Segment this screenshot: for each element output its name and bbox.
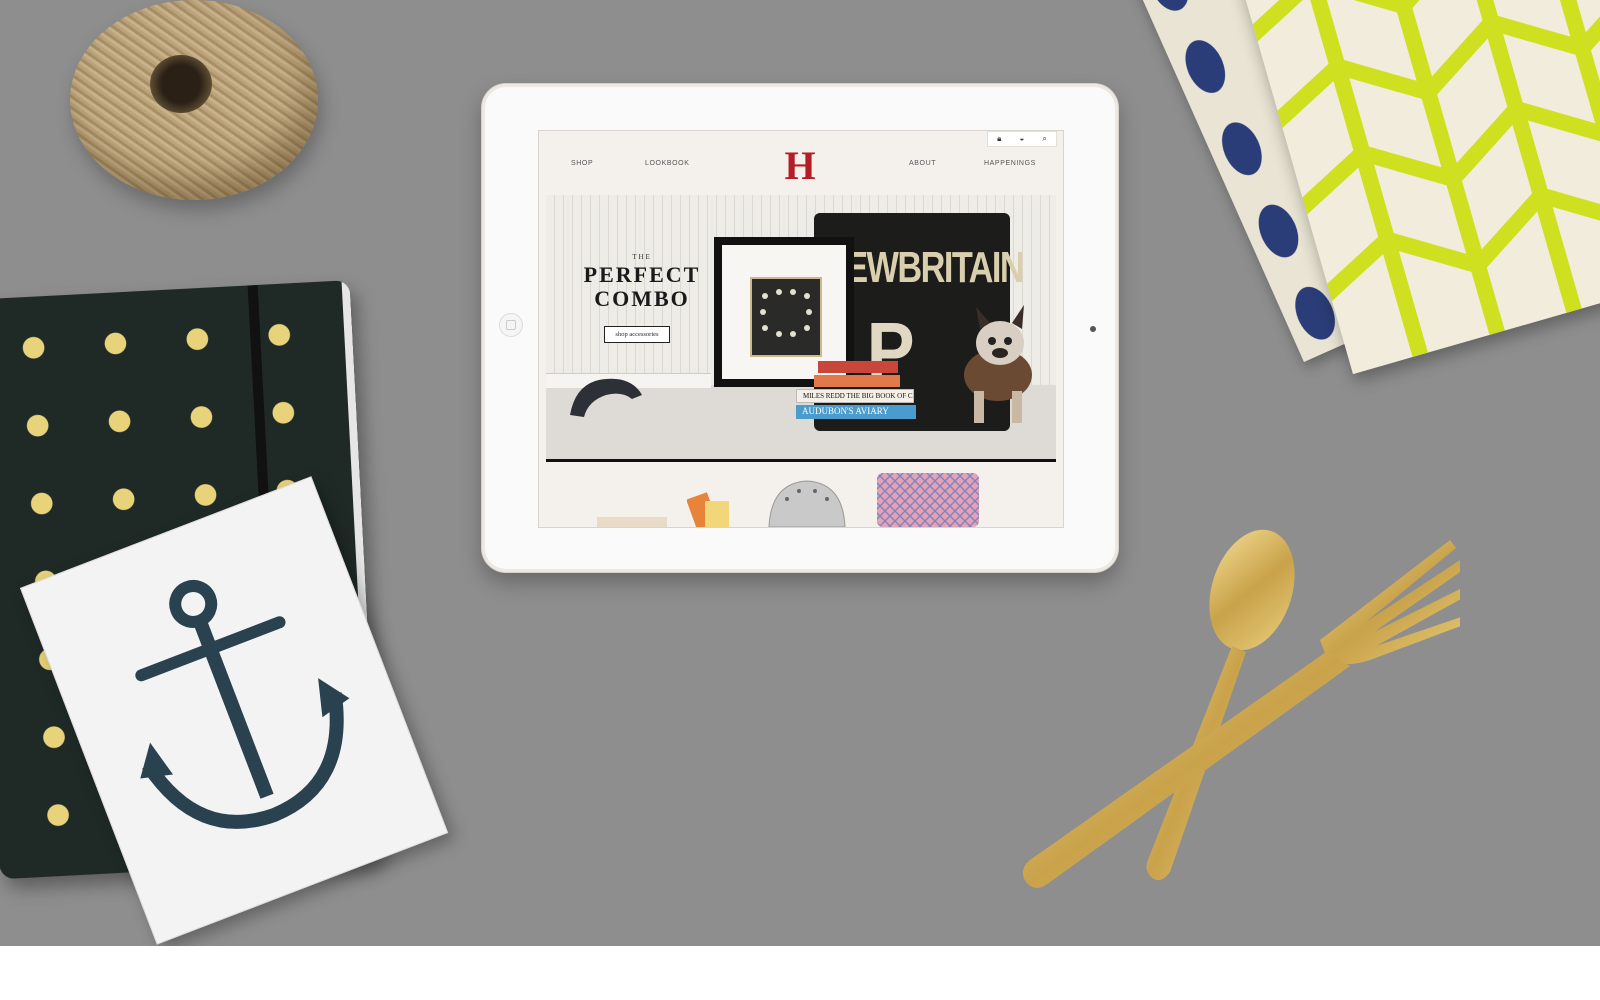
hero-title-line1: PERFECT [583,262,701,287]
ceramic-whale [570,378,642,417]
hero-pretitle: THE [632,253,652,261]
book-stack: MILES REDD THE BIG BOOK OF CHIC AUDUBON'… [796,359,926,419]
twine-ball-center [150,55,212,113]
nav-shop[interactable]: SHOP [571,160,593,167]
bulldog-figurine [964,305,1032,423]
product-strip [539,465,1063,527]
nav-about[interactable]: ABOUT [909,160,936,167]
website-screen: 🔒︎ ◒ ⌕ SHOP LOOKBOOK H ABOUT HAPPENINGS … [538,130,1064,528]
nav-happenings[interactable]: HAPPENINGS [984,160,1036,167]
product-thumb-4[interactable] [875,471,981,527]
product-thumb-3[interactable] [767,479,847,527]
product-thumb-1[interactable] [597,499,667,527]
gold-cutlery [1022,529,1460,888]
book-title-aviary: AUDUBON'S AVIARY [802,406,889,416]
moon-phase-print [750,277,822,357]
book-white: MILES REDD THE BIG BOOK OF CHIC [796,389,914,403]
product-thumb-2[interactable] [687,487,733,527]
spoon-bowl [1209,529,1295,651]
book-orange [814,375,900,387]
site-logo[interactable]: H [774,145,826,187]
utility-bar: 🔒︎ ◒ ⌕ [987,131,1057,147]
camera-dot [1090,326,1096,332]
search-icon[interactable]: ⌕ [1042,135,1046,143]
book-red [818,361,898,373]
book-title-chic: MILES REDD THE BIG BOOK OF CHIC [803,392,913,400]
fork-tines [1320,540,1460,665]
home-button[interactable] [499,313,523,337]
fork-handle [1022,652,1350,888]
hero-title: PERFECT COMBO [556,263,728,311]
book-blue: AUDUBON'S AVIARY [796,405,916,419]
anchor-icon [135,579,350,829]
lock-icon[interactable]: 🔒︎ [997,135,1001,143]
hero-title-line2: COMBO [594,286,690,311]
hero-banner: NEWBRITAIN P MILES REDD THE BIG BOOK OF … [546,195,1056,462]
tablet-device: 🔒︎ ◒ ⌕ SHOP LOOKBOOK H ABOUT HAPPENINGS … [482,84,1118,572]
basket-icon[interactable]: ◒ [1019,135,1024,143]
shop-accessories-button[interactable]: shop accessories [604,326,670,343]
desk-background: 🔒︎ ◒ ⌕ SHOP LOOKBOOK H ABOUT HAPPENINGS … [0,0,1600,946]
nav-lookbook[interactable]: LOOKBOOK [645,160,689,167]
